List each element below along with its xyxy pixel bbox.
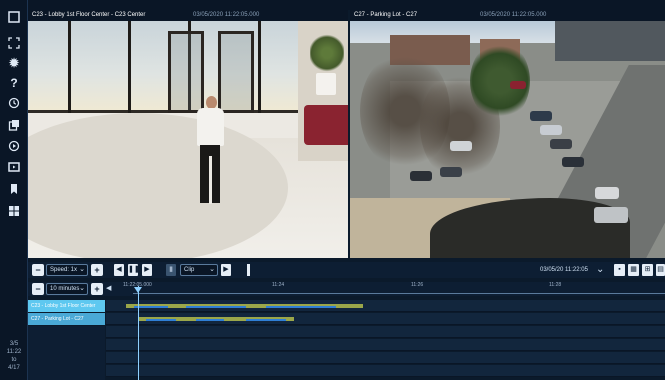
range-to: to [11, 357, 17, 363]
camera-timestamp: 03/05/2020 11:22:05.000 [480, 12, 547, 18]
speed-increase-button[interactable]: + [91, 264, 103, 276]
vms-app: ✹ ? 3/5 11:22 to 4/17 C23 - Lobby 1st Fl… [0, 0, 665, 380]
track-label-lobby[interactable]: C23 - Lobby 1st Floor Center [28, 300, 105, 312]
recording-segment [146, 319, 176, 321]
fullscreen-icon[interactable] [4, 34, 24, 52]
clip-select[interactable]: Clip ⌄ [180, 264, 218, 276]
pane-header: C23 - Lobby 1st Floor Center - C23 Cente… [28, 10, 348, 21]
tick-label: 11:26 [411, 282, 424, 288]
layout-icon[interactable] [4, 8, 24, 26]
top-bar [28, 0, 665, 10]
clip-value: Clip [184, 267, 195, 273]
scroll-left-icon[interactable]: ◀ [106, 283, 111, 295]
step-back-icon[interactable]: ◀ [114, 264, 124, 276]
range-start-date: 3/5 [9, 341, 19, 347]
range-start-time: 11:22 [6, 349, 22, 355]
current-datetime: 03/05/20 11:22:05 [540, 267, 588, 273]
quad-view-icon[interactable]: ⊞ [642, 264, 653, 276]
track-row-empty [106, 326, 665, 338]
time-ruler[interactable]: 11:22:05.000 11:24 11:26 11:28 [123, 282, 665, 296]
single-view-icon[interactable]: ▪ [614, 264, 625, 276]
settings-icon[interactable]: ✹ [4, 54, 24, 72]
track-row-empty [106, 352, 665, 364]
history-icon[interactable] [4, 94, 24, 112]
speed-decrease-button[interactable]: − [32, 264, 44, 276]
playhead[interactable] [138, 286, 139, 380]
track-row-empty [106, 365, 665, 377]
playback-controls: − Speed: 1x ⌄ + ◀ ❚❚ ▶ ▮ Clip ⌄ ▶ 03/05/… [28, 262, 665, 278]
track-row-lobby[interactable] [106, 300, 665, 312]
chevron-down-icon: ⌄ [79, 266, 85, 273]
recording-segment [266, 306, 336, 308]
help-icon[interactable]: ? [4, 74, 24, 92]
chevron-down-icon[interactable]: ⌄ [596, 264, 604, 276]
camera-title: C23 - Lobby 1st Floor Center - C23 Cente… [32, 12, 146, 18]
grid-view-icon[interactable]: ▦ [628, 264, 639, 276]
lobby-video-frame [28, 21, 348, 258]
timeline-header: − 10 minutes ⌄ + ◀ 11:22:05.000 11:24 11… [28, 282, 665, 296]
timeline-tracks: C23 - Lobby 1st Floor Center C27 - Parki… [28, 297, 665, 380]
export-icon[interactable] [4, 116, 24, 134]
divider [247, 264, 250, 276]
video-pane-lobby[interactable]: C23 - Lobby 1st Floor Center - C23 Cente… [28, 10, 348, 258]
zoom-in-button[interactable]: + [91, 283, 103, 295]
chevron-down-icon: ⌄ [209, 266, 215, 273]
pause-icon[interactable]: ❚❚ [128, 264, 140, 276]
speed-value: Speed: 1x [50, 267, 78, 273]
camera-icon[interactable] [4, 158, 24, 176]
more-views-icon[interactable]: ▤ [656, 264, 665, 276]
zoom-out-button[interactable]: − [32, 283, 44, 295]
track-label-parking[interactable]: C27 - Parking Lot - C27 [28, 313, 105, 325]
clip-start-icon[interactable]: ▮ [166, 264, 176, 276]
tick-label: 11:28 [549, 282, 562, 288]
track-row-parking[interactable] [106, 313, 665, 325]
track-row-empty [106, 339, 665, 351]
pane-header: C27 - Parking Lot - C27 03/05/2020 11:22… [350, 10, 665, 21]
parking-video-frame [350, 21, 665, 258]
chevron-down-icon: ⌄ [79, 285, 85, 292]
clip-end-icon[interactable]: ▶ [221, 264, 231, 276]
recording-segment [196, 319, 224, 321]
video-pane-parking[interactable]: C27 - Parking Lot - C27 03/05/2020 11:22… [350, 10, 665, 258]
playhead-handle[interactable] [134, 287, 142, 293]
recording-segment [246, 319, 286, 321]
bookmark-icon[interactable] [4, 180, 24, 198]
recording-segment [134, 306, 168, 308]
playback-icon[interactable] [4, 137, 24, 155]
speed-select[interactable]: Speed: 1x ⌄ [46, 264, 88, 276]
tick-label: 11:24 [272, 282, 285, 288]
zoom-value: 10 minutes [50, 286, 80, 292]
sidebar: ✹ ? 3/5 11:22 to 4/17 [0, 0, 28, 380]
play-forward-icon[interactable]: ▶ [142, 264, 152, 276]
track-label-empty [28, 326, 105, 380]
zoom-select[interactable]: 10 minutes ⌄ [46, 283, 88, 295]
camera-title: C27 - Parking Lot - C27 [354, 12, 418, 18]
range-end-date: 4/17 [8, 365, 20, 371]
camera-timestamp: 03/05/2020 11:22:05.000 [193, 12, 260, 18]
tile-icon[interactable] [4, 202, 24, 220]
recording-segment [186, 306, 246, 308]
